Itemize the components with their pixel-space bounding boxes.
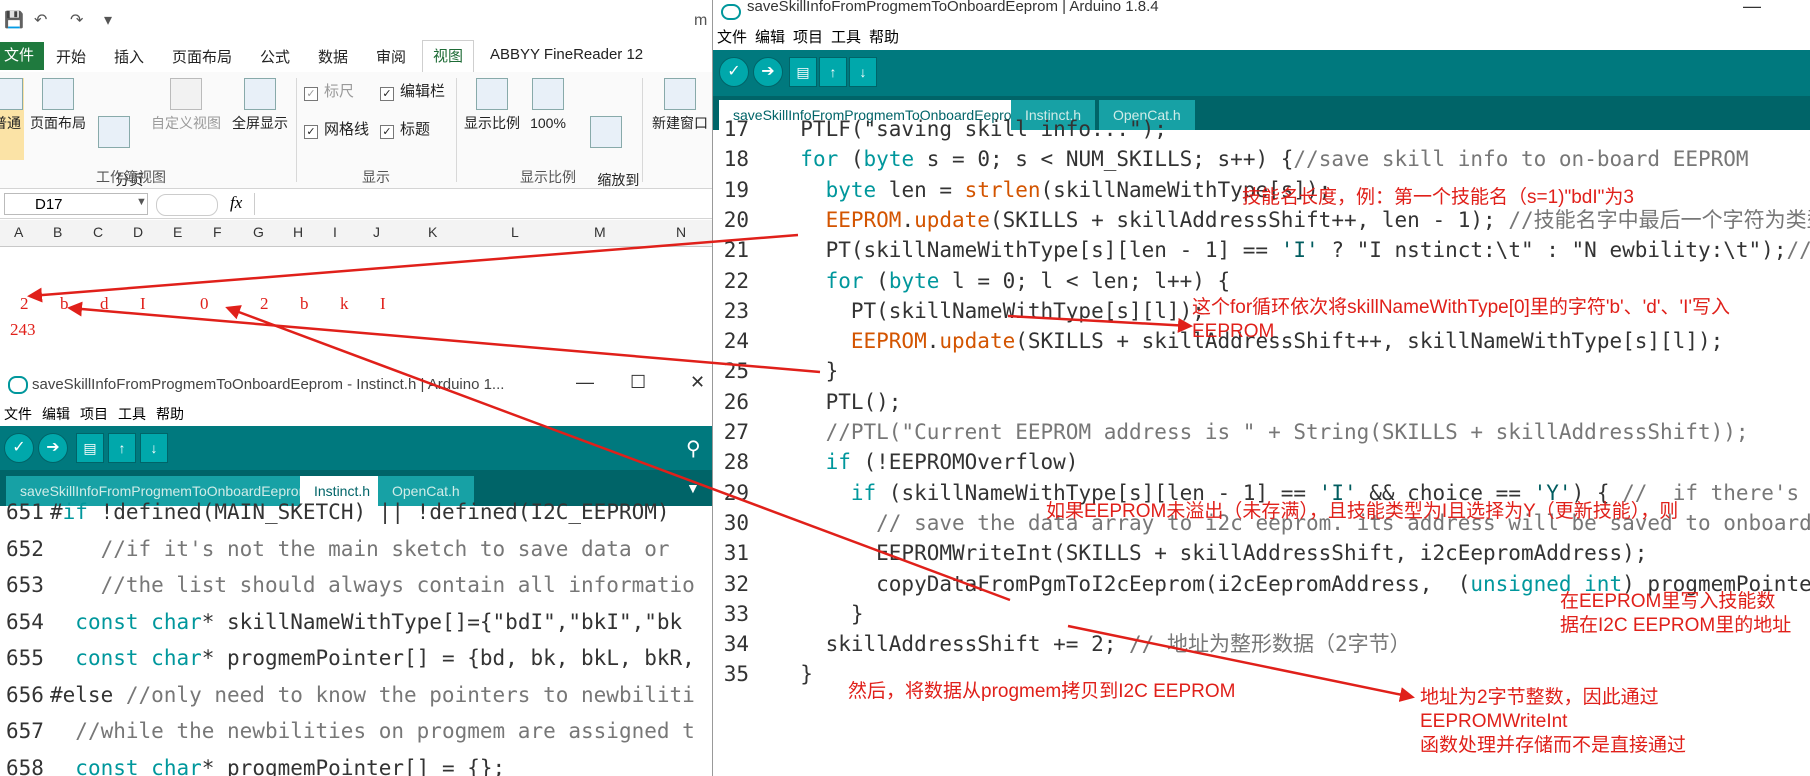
arrow-len-to-cell xyxy=(27,233,799,303)
arrow-addressshift-to-note xyxy=(1067,624,1415,702)
annotation-arrows xyxy=(27,233,1415,702)
arrow-chars-to-cells xyxy=(67,301,821,374)
arrow-loop-to-update xyxy=(1007,314,1193,333)
arrow-address-to-cell xyxy=(225,305,1011,602)
